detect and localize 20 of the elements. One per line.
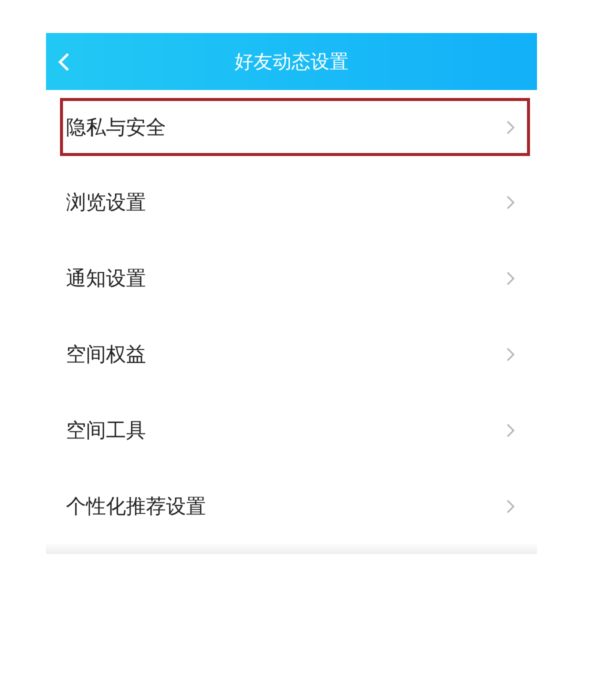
menu-item[interactable]: 空间权益 [46,316,537,392]
highlighted-menu-item[interactable]: 隐私与安全 [60,98,530,156]
back-icon[interactable] [58,52,70,72]
menu-item-label: 隐私与安全 [66,114,167,140]
chevron-right-icon [506,270,515,286]
menu-item-label: 空间权益 [66,340,147,368]
chevron-right-icon [506,498,515,514]
menu-item-label: 个性化推荐设置 [66,492,207,520]
menu-item[interactable]: 空间工具 [46,392,537,468]
menu-item-label: 浏览设置 [66,188,147,216]
menu-item[interactable]: 浏览设置 [46,164,537,240]
menu-item-label: 空间工具 [66,416,147,444]
chevron-right-icon [506,194,515,210]
chevron-right-icon [506,422,515,438]
page-title: 好友动态设置 [234,50,348,74]
menu-item[interactable]: 通知设置 [46,240,537,316]
chevron-right-icon [506,120,515,134]
menu-item[interactable]: 个性化推荐设置 [46,468,537,544]
menu-item-label: 通知设置 [66,264,147,292]
chevron-right-icon [506,346,515,362]
